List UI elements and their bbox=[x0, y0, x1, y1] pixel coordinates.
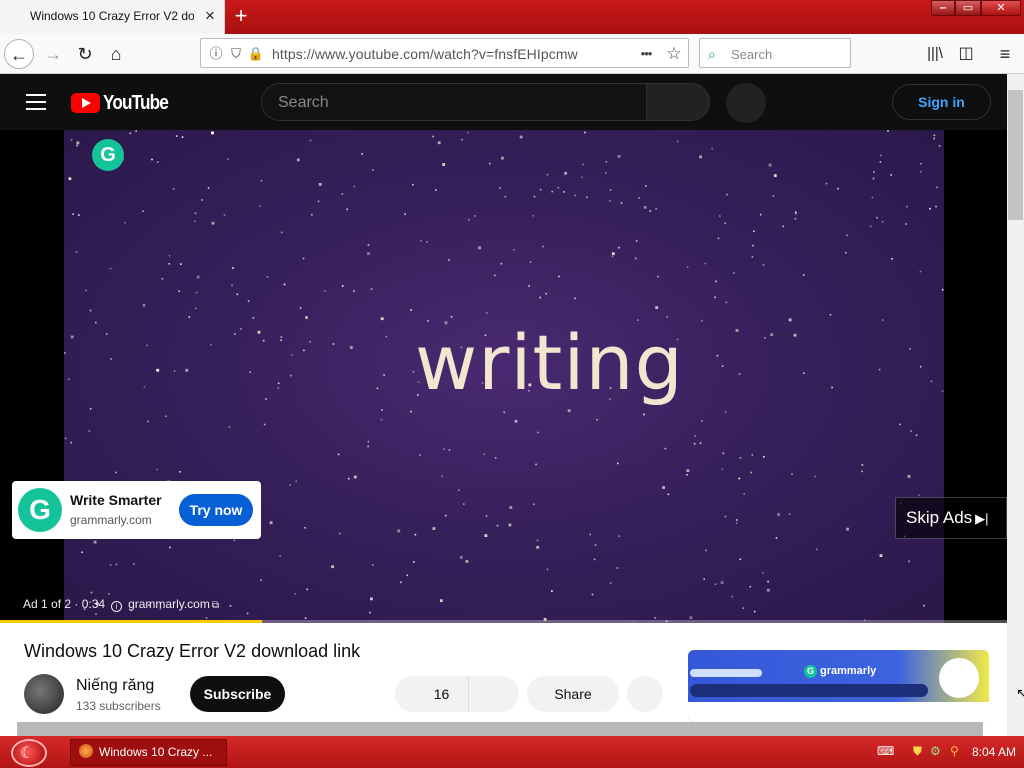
mouse-cursor-icon: ↖ bbox=[1016, 685, 1024, 701]
ad-card[interactable]: G Write Smarter grammarly.com Try now bbox=[12, 481, 261, 539]
youtube-search-input[interactable]: Search bbox=[261, 83, 647, 121]
side-ad-pill bbox=[690, 684, 928, 697]
external-link-icon: ⧉ bbox=[211, 600, 219, 611]
skip-next-icon: ▶| bbox=[975, 511, 989, 526]
search-engine-icon: ⌕ bbox=[708, 46, 716, 62]
guide-menu-icon[interactable] bbox=[26, 94, 46, 110]
video-title: Windows 10 Crazy Error V2 download link bbox=[24, 641, 361, 661]
ad-info-link[interactable]: grammarly.com bbox=[128, 597, 210, 611]
taskbar-firefox-window[interactable]: Windows 10 Crazy ... bbox=[70, 739, 227, 766]
channel-avatar[interactable] bbox=[24, 674, 64, 714]
forward-arrow-icon[interactable]: → bbox=[38, 39, 68, 69]
keyboard-icon[interactable]: ⌨ bbox=[877, 744, 894, 758]
dislike-button[interactable] bbox=[468, 676, 519, 712]
firefox-icon bbox=[79, 744, 93, 758]
side-ad-footer bbox=[688, 702, 989, 722]
site-info-icon[interactable]: ⓘ bbox=[207, 45, 225, 63]
search-tray-icon[interactable]: ⚲ bbox=[950, 744, 959, 758]
like-button[interactable]: 16 bbox=[395, 676, 468, 712]
url-bar[interactable]: ⓘ ⛉ 🔒 https://www.youtube.com/watch?v=fn… bbox=[200, 38, 689, 68]
browser-search-placeholder: Search bbox=[731, 47, 773, 62]
bookmark-star-icon[interactable]: ☆ bbox=[665, 45, 683, 63]
window-maximize-button[interactable]: ▭ bbox=[955, 0, 981, 16]
youtube-logo-text: YouTube bbox=[103, 92, 169, 114]
vertical-scrollbar[interactable] bbox=[1007, 74, 1024, 736]
side-ad-banner[interactable]: Ggrammarly bbox=[688, 650, 989, 722]
network-icon[interactable]: ⚙ bbox=[930, 744, 941, 758]
grammarly-small-icon: G bbox=[804, 665, 817, 678]
ad-info-bar: Ad 1 of 2 · 0:34 i grammarly.com ⧉ bbox=[23, 597, 219, 612]
window-close-button[interactable]: ✕ bbox=[981, 0, 1021, 16]
ad-title: Write Smarter bbox=[70, 492, 162, 508]
page-actions-icon[interactable]: ••• bbox=[637, 45, 655, 63]
tab-close-icon[interactable]: × bbox=[200, 6, 220, 26]
browser-titlebar: Windows 10 Crazy Error V2 dow × + ‒ ▭ ✕ bbox=[0, 0, 1024, 34]
try-now-button[interactable]: Try now bbox=[179, 494, 253, 526]
more-actions-button[interactable] bbox=[627, 676, 663, 712]
taskbar: Windows 10 Crazy ... ⌨ ⛊ ⚙ ⚲ 8:04 AM bbox=[0, 736, 1024, 768]
tab-title: Windows 10 Crazy Error V2 dow bbox=[30, 9, 194, 23]
video-overlay-word: writing bbox=[415, 318, 684, 407]
video-frame[interactable]: writing bbox=[64, 130, 944, 623]
subscriber-count: 133 subscribers bbox=[76, 699, 161, 713]
youtube-play-icon bbox=[71, 93, 100, 113]
video-player[interactable]: writing G G Write Smarter grammarly.com … bbox=[0, 130, 1007, 623]
ad-info-icon[interactable]: i bbox=[111, 601, 123, 612]
like-count: 16 bbox=[433, 686, 450, 702]
skip-ads-button[interactable]: Skip Ads ▶| bbox=[895, 497, 1007, 539]
browser-tab-active[interactable]: Windows 10 Crazy Error V2 dow × bbox=[0, 0, 225, 34]
security-shield-icon[interactable]: ⛊ bbox=[913, 744, 922, 759]
ad-domain: grammarly.com bbox=[70, 513, 152, 527]
browser-navbar: ← → ↻ ⌂ ⓘ ⛉ 🔒 https://www.youtube.com/wa… bbox=[0, 34, 1024, 74]
padlock-icon[interactable]: 🔒 bbox=[247, 45, 265, 63]
hamburger-menu-icon[interactable]: ≡ bbox=[990, 39, 1020, 69]
youtube-search-button[interactable] bbox=[646, 83, 710, 121]
horizontal-scrollbar[interactable] bbox=[17, 722, 983, 736]
video-details: Windows 10 Crazy Error V2 download link … bbox=[0, 623, 1007, 736]
start-button[interactable] bbox=[11, 739, 47, 767]
sidebar-icon[interactable]: ◫ bbox=[951, 39, 981, 69]
youtube-search-placeholder: Search bbox=[278, 94, 329, 111]
youtube-header: YouTube Search Sign in bbox=[0, 74, 1007, 130]
voice-search-button[interactable] bbox=[726, 83, 766, 123]
share-button[interactable]: Share bbox=[527, 676, 619, 712]
home-icon[interactable]: ⌂ bbox=[101, 39, 131, 69]
side-ad-circle bbox=[939, 658, 979, 698]
grammarly-logo-icon: G bbox=[92, 139, 124, 171]
side-ad-brand-text: grammarly bbox=[820, 665, 877, 677]
tracking-shield-icon[interactable]: ⛉ bbox=[227, 45, 245, 63]
url-text[interactable]: https://www.youtube.com/watch?v=fnsfEHIp… bbox=[272, 46, 578, 62]
subscribe-button[interactable]: Subscribe bbox=[190, 676, 285, 712]
sign-in-button[interactable]: Sign in bbox=[892, 84, 991, 120]
taskbar-clock: 8:04 AM bbox=[972, 745, 1017, 759]
taskbar-window-label: Windows 10 Crazy ... bbox=[99, 745, 213, 759]
vertical-scrollbar-thumb[interactable] bbox=[1008, 90, 1023, 220]
new-tab-button[interactable]: + bbox=[229, 4, 253, 28]
grammarly-ad-logo-icon: G bbox=[18, 488, 62, 532]
reload-icon[interactable]: ↻ bbox=[70, 39, 100, 69]
browser-search-box[interactable]: ⌕ Search bbox=[699, 38, 851, 68]
skip-ads-label: Skip Ads bbox=[906, 508, 973, 527]
channel-name[interactable]: Niếng răng bbox=[76, 677, 154, 695]
library-icon[interactable]: |||\ bbox=[920, 39, 950, 69]
ad-count-timer: Ad 1 of 2 · 0:34 bbox=[23, 597, 106, 611]
back-arrow-icon[interactable]: ← bbox=[4, 39, 34, 69]
side-ad-brand: Ggrammarly bbox=[804, 665, 876, 678]
window-minimize-button[interactable]: ‒ bbox=[931, 0, 955, 16]
side-ad-decor bbox=[690, 669, 762, 677]
